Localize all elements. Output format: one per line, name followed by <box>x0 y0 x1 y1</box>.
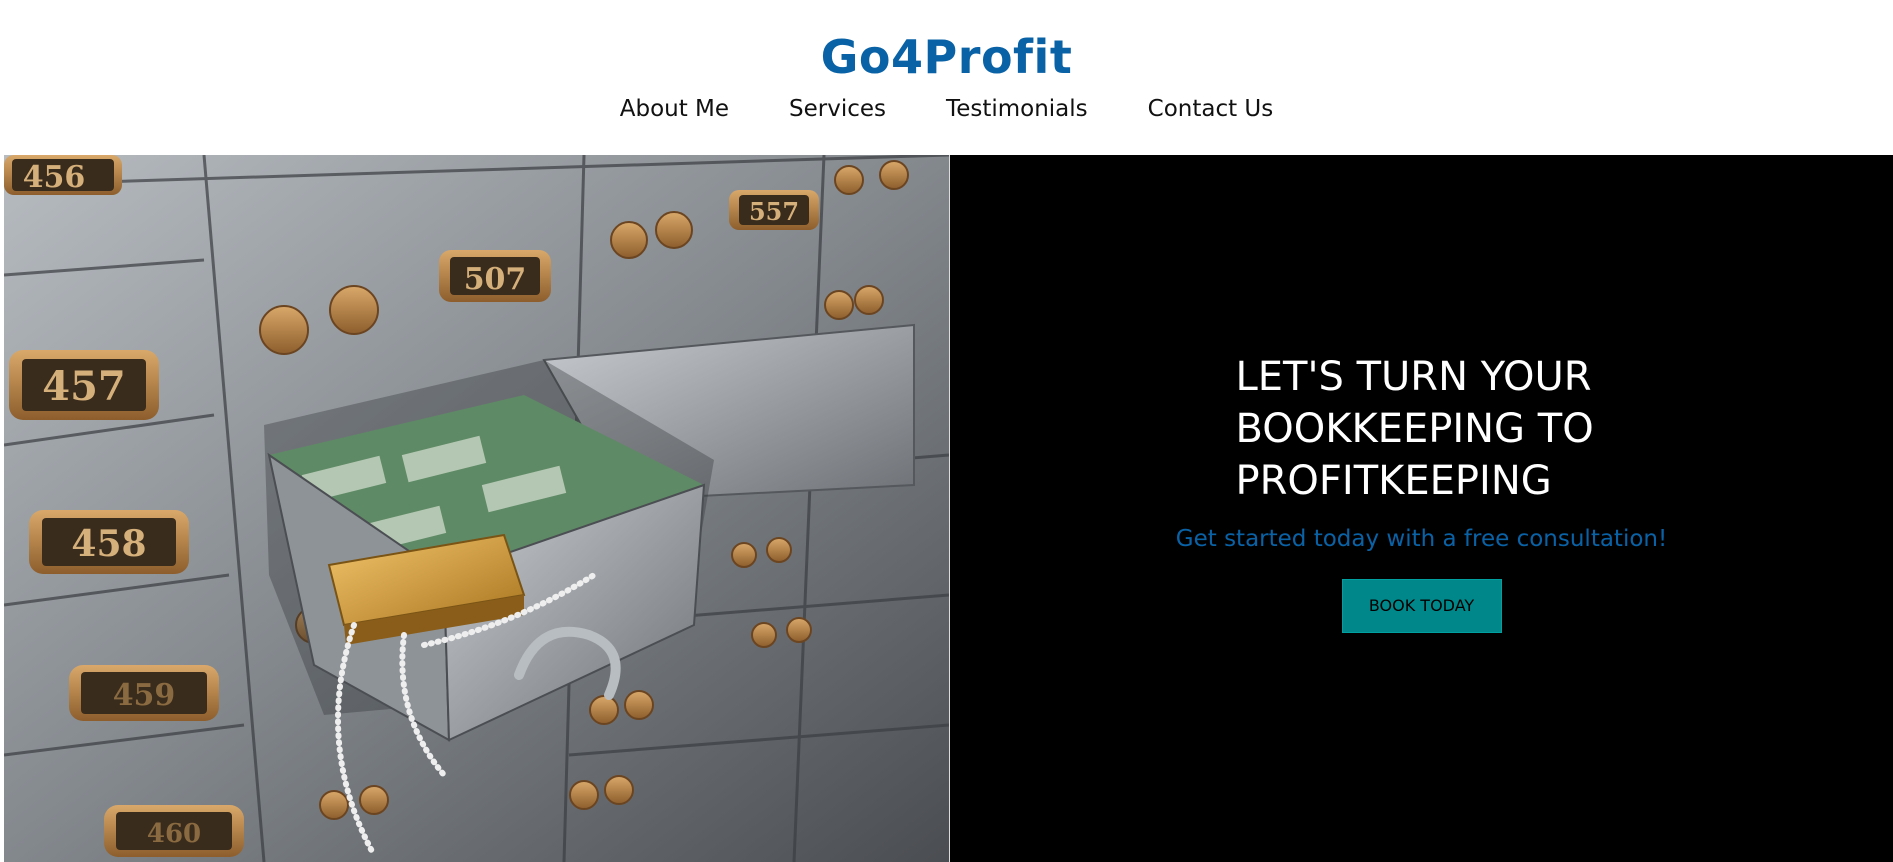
hero-text-panel: LET'S TURN YOUR BOOKKEEPING TO PROFITKEE… <box>949 155 1893 862</box>
plate-507: 507 <box>464 262 527 297</box>
hero-subtitle: Get started today with a free consultati… <box>1175 526 1668 552</box>
nav-item-contact-us[interactable]: Contact Us <box>1118 92 1304 126</box>
nav-item-testimonials[interactable]: Testimonials <box>916 92 1118 126</box>
site-logo-title[interactable]: Go4Profit <box>0 28 1893 86</box>
plate-457: 457 <box>42 363 126 410</box>
plate-458: 458 <box>71 523 146 565</box>
hero-image: 456 507 557 457 458 459 460 <box>4 155 950 862</box>
nav-item-about-me[interactable]: About Me <box>590 92 759 126</box>
headline-line-2: BOOKKEEPING TO <box>1235 406 1594 452</box>
hero-section: 456 507 557 457 458 459 460 LET'S TURN Y… <box>4 155 1893 862</box>
nav-item-services[interactable]: Services <box>759 92 916 126</box>
book-today-button[interactable]: BOOK TODAY <box>1341 579 1502 633</box>
site-header: Go4Profit About Me Services Testimonials… <box>0 0 1893 155</box>
headline-line-1: LET'S TURN YOUR <box>1235 354 1592 400</box>
hero-headline: LET'S TURN YOUR BOOKKEEPING TO PROFITKEE… <box>1236 351 1696 507</box>
safe-deposit-boxes-illustration: 456 507 557 457 458 459 460 <box>4 155 949 862</box>
plate-459: 459 <box>113 678 176 713</box>
headline-line-3: PROFITKEEPING <box>1235 458 1552 504</box>
plate-557: 557 <box>749 197 799 226</box>
main-nav: About Me Services Testimonials Contact U… <box>0 92 1893 126</box>
plate-460: 460 <box>147 819 201 849</box>
plate-456: 456 <box>23 160 86 195</box>
